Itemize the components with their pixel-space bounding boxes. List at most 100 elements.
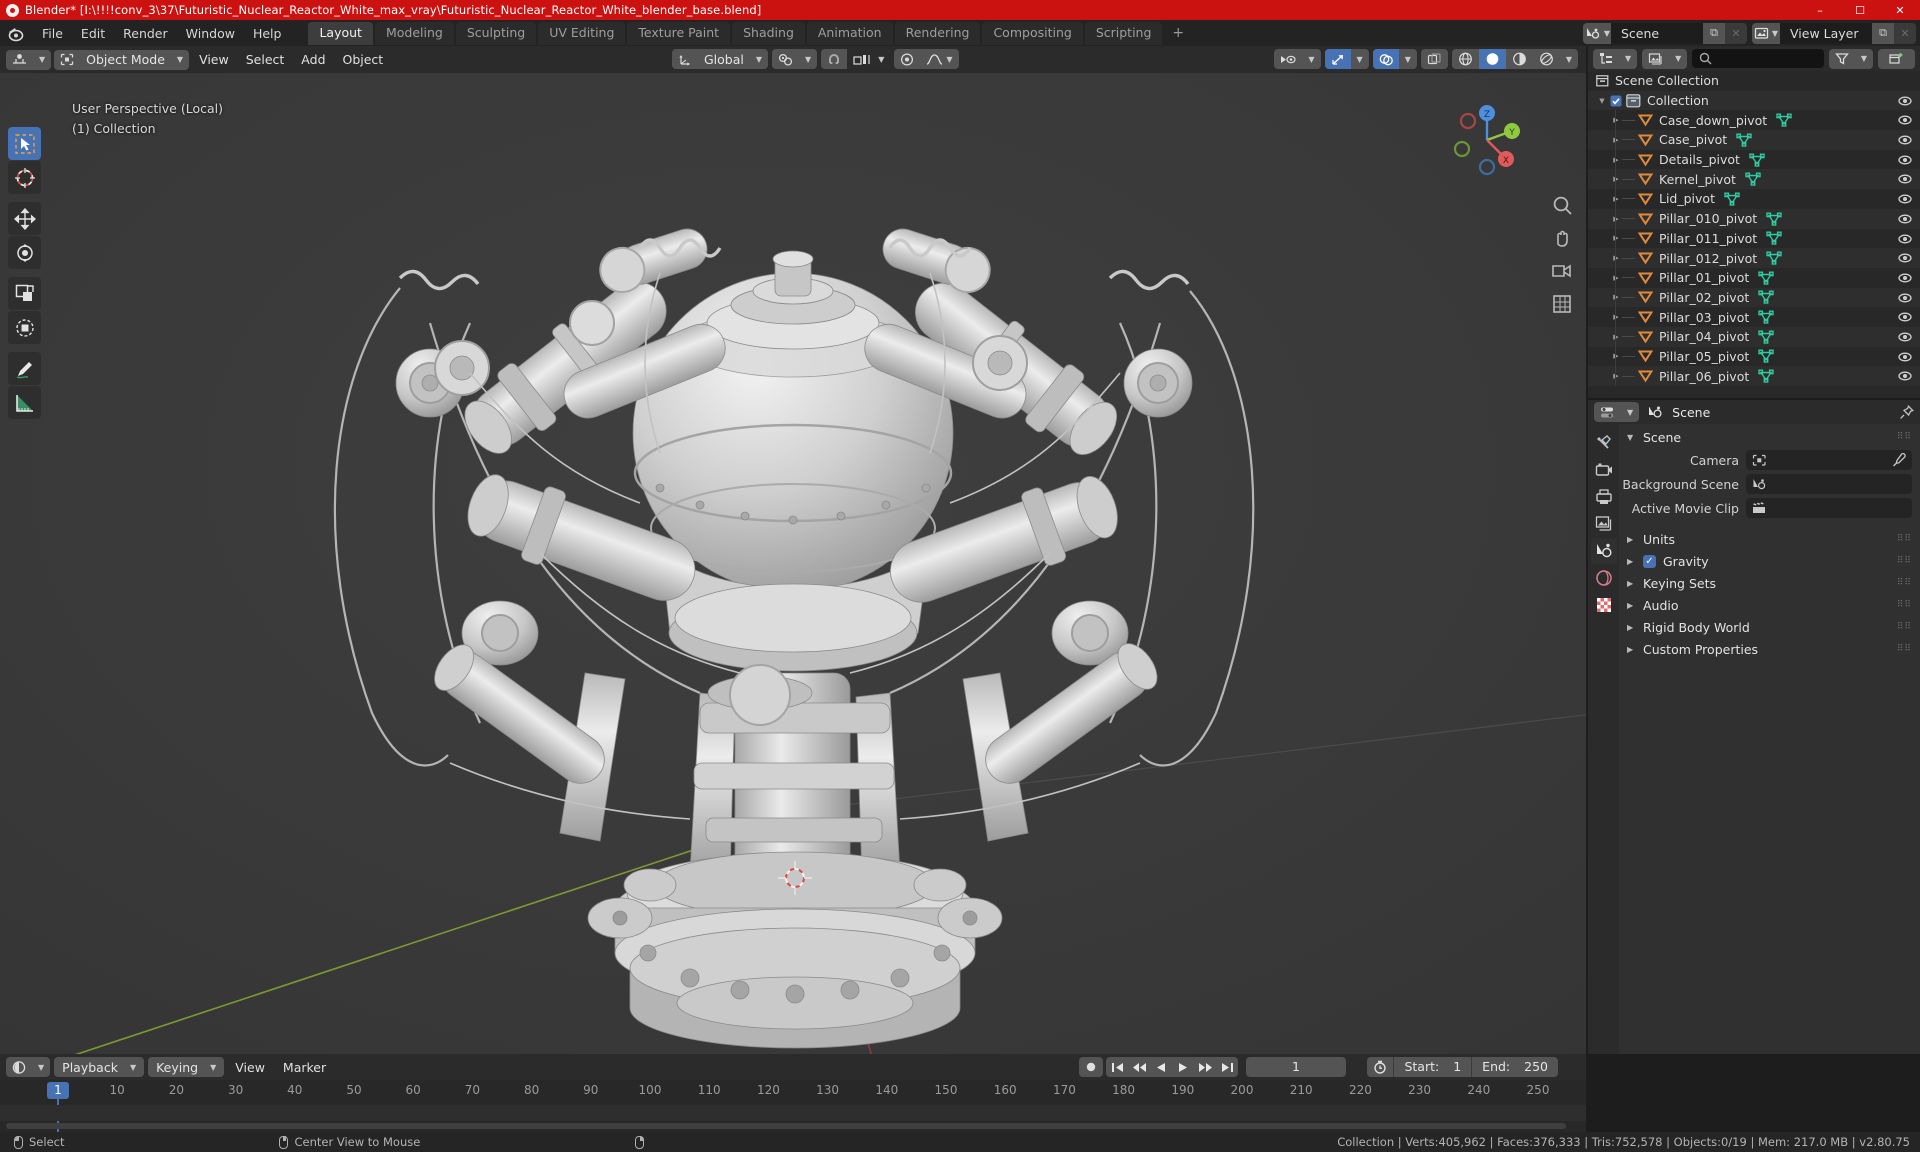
new-collection-button[interactable] bbox=[1878, 48, 1915, 69]
properties-tab-output[interactable] bbox=[1591, 484, 1617, 510]
audio-expand-triangle-icon[interactable]: ▶ bbox=[1627, 601, 1636, 610]
menu-window[interactable]: Window bbox=[177, 23, 244, 44]
rigid-body-expand-triangle-icon[interactable]: ▶ bbox=[1627, 623, 1636, 632]
tool-annotate[interactable] bbox=[8, 352, 41, 385]
outliner-row-object[interactable]: ▶ Pillar_02_pivot bbox=[1588, 287, 1920, 308]
properties-tab-render[interactable] bbox=[1591, 457, 1617, 483]
object-expand-triangle-icon[interactable]: ▶ bbox=[1610, 175, 1622, 183]
mesh-data-icon[interactable] bbox=[1724, 192, 1740, 206]
mesh-data-icon[interactable] bbox=[1758, 290, 1774, 305]
timeline-editor-type-selector[interactable]: ▼ bbox=[6, 1057, 51, 1077]
zoom-icon[interactable] bbox=[1550, 193, 1574, 217]
object-visibility-eye-icon[interactable] bbox=[1898, 133, 1912, 147]
panel-rigid-body-world[interactable]: ▶ Rigid Body World ⠿⠿ bbox=[1619, 616, 1920, 638]
proportional-falloff-icon[interactable]: ▼ bbox=[920, 49, 958, 69]
properties-tab-world[interactable] bbox=[1591, 565, 1617, 591]
menu-help[interactable]: Help bbox=[244, 23, 291, 44]
object-expand-triangle-icon[interactable]: ▶ bbox=[1610, 352, 1622, 360]
proportional-edit-icon[interactable] bbox=[894, 49, 920, 69]
units-drag-handle-icon[interactable]: ⠿⠿ bbox=[1897, 534, 1912, 544]
timeline-editor[interactable]: ▼ Playback ▼ Keying ▼ View Marker 1 Star… bbox=[0, 1054, 1586, 1133]
object-expand-triangle-icon[interactable]: ▶ bbox=[1610, 254, 1622, 262]
outliner-row-object[interactable]: ▶ Kernel_pivot bbox=[1588, 169, 1920, 190]
outliner-row-object[interactable]: ▶ Pillar_01_pivot bbox=[1588, 267, 1920, 288]
mesh-data-icon[interactable] bbox=[1758, 369, 1774, 383]
outliner-filter-button[interactable]: ▼ bbox=[1828, 48, 1873, 69]
object-visibility-eye-icon[interactable] bbox=[1898, 232, 1912, 246]
camera-view-icon[interactable] bbox=[1550, 259, 1574, 283]
snapping-group[interactable]: ▼ bbox=[821, 49, 891, 69]
object-visibility-eye-icon[interactable] bbox=[1898, 251, 1912, 265]
properties-tab-scene[interactable] bbox=[1590, 538, 1617, 564]
object-expand-triangle-icon[interactable]: ▶ bbox=[1610, 333, 1622, 341]
outliner-row-object[interactable]: ▶ Pillar_04_pivot bbox=[1588, 326, 1920, 347]
view-layer-name[interactable]: View Layer bbox=[1780, 22, 1872, 44]
mesh-data-icon[interactable] bbox=[1766, 231, 1782, 246]
outliner-search-input[interactable] bbox=[1692, 49, 1824, 68]
camera-field[interactable] bbox=[1746, 450, 1912, 470]
outliner-row-object[interactable]: ▶ Details_pivot bbox=[1588, 149, 1920, 170]
tab-rendering[interactable]: Rendering bbox=[894, 21, 981, 45]
mesh-data-icon[interactable] bbox=[1745, 172, 1761, 186]
object-expand-triangle-icon[interactable]: ▶ bbox=[1610, 156, 1622, 164]
close-button[interactable]: ✕ bbox=[1880, 0, 1920, 20]
panel-keying-sets[interactable]: ▶ Keying Sets ⠿⠿ bbox=[1619, 572, 1920, 594]
outliner-row-object[interactable]: ▶ Case_down_pivot bbox=[1588, 110, 1920, 131]
outliner-tree[interactable]: Scene Collection ▼ Collection Case_down_… bbox=[1588, 71, 1920, 398]
timeline-view-menu[interactable]: View bbox=[228, 1057, 272, 1077]
timeline-playhead[interactable]: 1 bbox=[47, 1082, 69, 1099]
object-visibility-eye-icon[interactable] bbox=[1898, 192, 1912, 206]
shading-rendered-icon[interactable] bbox=[1533, 49, 1560, 69]
gizmo-toggle-group[interactable]: ▼ bbox=[1324, 49, 1369, 69]
remove-scene-button[interactable]: ✕ bbox=[1725, 22, 1747, 44]
outliner-row-object[interactable]: ▶ Pillar_012_pivot bbox=[1588, 248, 1920, 268]
overlays-icon[interactable] bbox=[1372, 49, 1399, 69]
proportional-editing-group[interactable]: ▼ bbox=[894, 49, 959, 69]
object-expand-triangle-icon[interactable]: ▶ bbox=[1610, 372, 1622, 380]
gizmo-options-chevron-down-icon[interactable]: ▼ bbox=[1351, 49, 1369, 69]
collection-visibility-eye-icon[interactable] bbox=[1898, 94, 1912, 108]
custom-properties-expand-triangle-icon[interactable]: ▶ bbox=[1627, 645, 1636, 654]
shading-wireframe-icon[interactable] bbox=[1452, 49, 1479, 69]
keying-sets-drag-handle-icon[interactable]: ⠿⠿ bbox=[1897, 578, 1912, 588]
object-visibility-eye-icon[interactable] bbox=[1898, 330, 1912, 344]
outliner-editor[interactable]: ▼ ▼ ▼ Scene Collection ▼ Collection Case… bbox=[1588, 46, 1920, 398]
panel-scene-header[interactable]: ▼ Scene ⠿⠿ bbox=[1619, 426, 1920, 448]
frame-start-field[interactable]: Start: 1 bbox=[1393, 1057, 1472, 1077]
object-expand-triangle-icon[interactable]: ▶ bbox=[1610, 234, 1622, 242]
gravity-checkbox[interactable]: ✓ bbox=[1643, 554, 1656, 568]
navigation-gizmo[interactable]: Z Y X bbox=[1448, 101, 1526, 179]
play-button[interactable] bbox=[1172, 1057, 1194, 1077]
jump-to-start-button[interactable] bbox=[1106, 1057, 1128, 1077]
object-expand-triangle-icon[interactable]: ▶ bbox=[1610, 215, 1622, 223]
tool-measure[interactable] bbox=[8, 386, 41, 419]
timeline-horizontal-scrollbar[interactable] bbox=[6, 1123, 1566, 1129]
xray-toggle[interactable] bbox=[1420, 49, 1448, 69]
editor-type-selector[interactable]: ▼ bbox=[6, 49, 52, 70]
outliner-display-mode-selector[interactable]: ▼ bbox=[1593, 48, 1638, 69]
background-scene-field[interactable] bbox=[1746, 474, 1912, 494]
viewport-menu-view[interactable]: View bbox=[192, 50, 236, 70]
object-visibility-eye-icon[interactable] bbox=[1898, 350, 1912, 364]
toggle-orthographic-icon[interactable] bbox=[1550, 292, 1574, 316]
properties-tab-texture[interactable] bbox=[1591, 592, 1617, 618]
panel-drag-handle-icon[interactable]: ⠿⠿ bbox=[1897, 432, 1912, 442]
menu-file[interactable]: File bbox=[33, 23, 72, 44]
viewport-canvas[interactable]: User Perspective (Local) (1) Collection bbox=[0, 73, 1586, 1054]
object-visibility-eye-icon[interactable] bbox=[1898, 113, 1912, 127]
scene-selector[interactable]: ▼ Scene ⧉ ✕ bbox=[1583, 22, 1747, 44]
panel-expand-triangle-icon[interactable]: ▼ bbox=[1627, 433, 1636, 442]
frame-end-field[interactable]: End: 250 bbox=[1471, 1057, 1558, 1077]
pivot-point-selector[interactable]: ▼ bbox=[772, 49, 818, 69]
view-layer-selector[interactable]: ▼ View Layer ⧉ ✕ bbox=[1752, 22, 1916, 44]
tool-cursor[interactable] bbox=[8, 161, 41, 194]
mesh-data-icon[interactable] bbox=[1758, 349, 1774, 364]
3d-viewport[interactable]: ▼ Object Mode ▼ View Select Add Object G… bbox=[0, 46, 1586, 1054]
object-visibility-eye-icon[interactable] bbox=[1898, 310, 1912, 324]
menu-render[interactable]: Render bbox=[114, 23, 177, 44]
tab-scripting[interactable]: Scripting bbox=[1084, 21, 1163, 45]
menu-edit[interactable]: Edit bbox=[72, 23, 114, 44]
timeline-ruler[interactable]: 1102030405060708090100110120130140150160… bbox=[0, 1080, 1586, 1133]
object-expand-triangle-icon[interactable]: ▶ bbox=[1610, 116, 1622, 124]
properties-editor[interactable]: ▼ Scene ▼ Scene ⠿⠿ Camera Background Sce… bbox=[1588, 400, 1920, 1054]
